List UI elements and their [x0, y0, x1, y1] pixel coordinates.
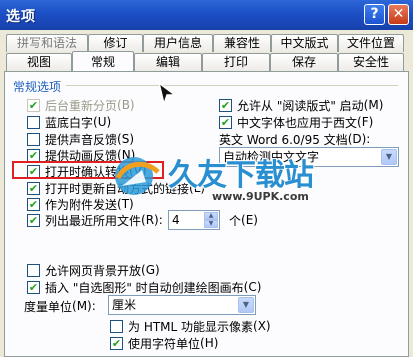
- recent-files-count-value: 4: [172, 213, 180, 227]
- access-key: (E): [241, 213, 258, 227]
- tab-save[interactable]: 保存: [270, 53, 338, 71]
- option-blue-background[interactable]: 蓝底白字 (U): [27, 114, 111, 130]
- option-allow-reading-layout[interactable]: 允许从 "阅读版式" 启动 (M): [219, 97, 383, 113]
- group-label: 常规选项: [13, 80, 62, 94]
- option-label: 使用字符单位: [128, 336, 201, 351]
- checkbox[interactable]: [110, 336, 123, 350]
- access-key: (G): [141, 263, 160, 277]
- spin-buttons[interactable]: ▲ ▼: [204, 212, 218, 228]
- access-key: (D):: [347, 132, 371, 146]
- checkbox[interactable]: [219, 98, 232, 112]
- tab-revisions[interactable]: 修订: [88, 34, 143, 52]
- tab-spelling-grammar[interactable]: 拼写和语法: [6, 34, 88, 52]
- english-word-doc-label: 英文 Word 6.0/95 文档 (D):: [219, 131, 370, 147]
- option-label: 作为附件发送: [45, 197, 118, 212]
- access-key: (H): [200, 336, 219, 350]
- option-sound-feedback[interactable]: 提供声音反馈 (S): [27, 131, 134, 147]
- chevron-down-icon[interactable]: ▼: [381, 149, 397, 165]
- measure-unit-value: 厘米: [112, 298, 137, 312]
- checkbox[interactable]: [110, 319, 123, 333]
- watermark: 久友下载站 www.9UPK.com: [108, 150, 314, 206]
- tab-row-front: 视图 常规 编辑 打印 保存 安全性: [6, 51, 404, 72]
- tab-row-back: 拼写和语法 修订 用户信息 兼容性 中文版式 文件位置: [6, 34, 404, 52]
- checkbox[interactable]: [27, 115, 40, 129]
- tab-edit[interactable]: 编辑: [134, 53, 202, 71]
- checkbox[interactable]: [27, 181, 40, 195]
- tab-print[interactable]: 打印: [202, 53, 270, 71]
- watermark-url: www.9UPK.com: [212, 190, 309, 203]
- checkbox[interactable]: [219, 115, 232, 129]
- dialog-title: 选项: [6, 9, 36, 25]
- access-key: (M):: [72, 299, 96, 313]
- tab-view[interactable]: 视图: [6, 53, 72, 71]
- checkbox[interactable]: [27, 132, 40, 146]
- option-html-pixels[interactable]: 为 HTML 功能显示像素 (X): [110, 318, 271, 334]
- access-key: (S): [117, 132, 134, 146]
- english-word-label: 英文 Word 6.0/95 文档: [219, 132, 348, 147]
- checkbox[interactable]: [27, 197, 40, 211]
- unit-label: 个: [229, 213, 242, 228]
- option-web-background[interactable]: 允许网页背景开放 (G): [27, 262, 160, 278]
- mouse-pointer-icon: [157, 81, 178, 107]
- option-background-repagination[interactable]: 后台重新分页 (B): [27, 97, 135, 113]
- option-label: 允许网页背景开放: [45, 263, 142, 278]
- close-button[interactable]: ✕: [388, 4, 409, 25]
- checkbox[interactable]: [27, 213, 40, 227]
- help-button[interactable]: ?: [364, 4, 385, 25]
- access-key: (M): [363, 98, 384, 112]
- option-label: 蓝底白字: [45, 115, 94, 130]
- checkbox[interactable]: [27, 148, 40, 162]
- checkbox[interactable]: [27, 263, 40, 277]
- options-dialog: 选项 ? ✕ 拼写和语法 修订 用户信息 兼容性 中文版式 文件位置 视图 常规…: [0, 0, 413, 357]
- option-chinese-font-for-latin[interactable]: 中文字体也应用于西文 (F): [219, 114, 373, 130]
- option-label: 为 HTML 功能显示像素: [128, 319, 254, 334]
- measure-label: 度量单位: [24, 299, 73, 314]
- option-label: 允许从 "阅读版式" 启动: [237, 98, 364, 113]
- access-key: (U): [93, 115, 112, 129]
- spin-down-icon[interactable]: ▼: [204, 220, 218, 228]
- option-label: 后台重新分页: [45, 98, 118, 113]
- option-label: 插入 "自选图形" 时自动创建绘图画布: [45, 280, 244, 295]
- tab-compatibility[interactable]: 兼容性: [213, 34, 271, 52]
- chevron-down-icon[interactable]: ▼: [238, 297, 254, 313]
- checkbox[interactable]: [27, 98, 40, 112]
- option-auto-drawing-canvas[interactable]: 插入 "自选图形" 时自动创建绘图画布 (C): [27, 279, 261, 295]
- measure-unit-select[interactable]: 厘米 ▼: [108, 295, 256, 315]
- option-char-units[interactable]: 使用字符单位 (H): [110, 335, 218, 351]
- tab-file-locations[interactable]: 文件位置: [338, 34, 404, 52]
- access-key: (C): [243, 280, 262, 294]
- checkbox[interactable]: [27, 280, 40, 294]
- spin-up-icon[interactable]: ▲: [204, 212, 218, 220]
- option-label: 列出最近所用文件: [45, 213, 142, 228]
- recent-files-unit: 个 (E): [229, 212, 258, 228]
- watermark-name: 久友下载站: [168, 158, 314, 193]
- measure-unit-label: 度量单位 (M):: [24, 298, 96, 314]
- watermark-logo-icon: [115, 157, 160, 195]
- tab-general[interactable]: 常规: [72, 51, 134, 72]
- option-recent-files[interactable]: 列出最近所用文件 (R):: [27, 212, 163, 228]
- tab-user-info[interactable]: 用户信息: [143, 34, 213, 52]
- group-divider: [66, 85, 398, 86]
- access-key: (X): [253, 319, 271, 333]
- option-label: 中文字体也应用于西文: [237, 115, 358, 130]
- option-label: 提供声音反馈: [45, 132, 118, 147]
- title-bar[interactable]: 选项 ? ✕: [0, 0, 413, 30]
- access-key: (B): [117, 98, 135, 112]
- access-key: (R):: [141, 213, 163, 227]
- tab-asian-typography[interactable]: 中文版式: [271, 34, 338, 52]
- access-key: (F): [357, 115, 374, 129]
- tab-security[interactable]: 安全性: [338, 53, 404, 71]
- recent-files-count-spinner[interactable]: 4 ▲ ▼: [168, 210, 220, 230]
